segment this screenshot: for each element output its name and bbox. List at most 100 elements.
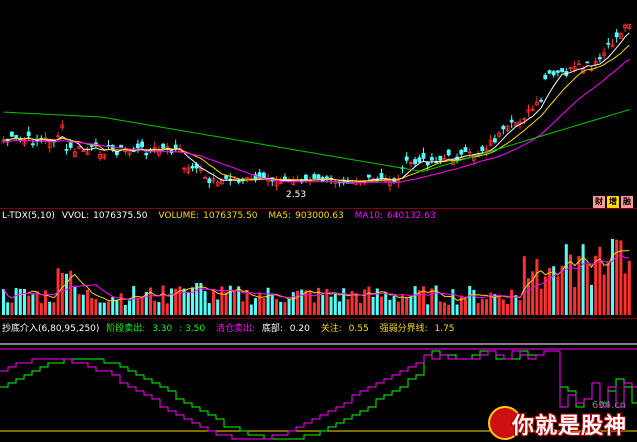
candle-body — [207, 178, 212, 183]
volume-bar — [585, 263, 589, 315]
candle-body — [547, 70, 552, 74]
volume-bars-chart[interactable] — [0, 209, 637, 319]
candle-body — [492, 138, 497, 143]
stage-sell: 阶段卖出: 3.30 : 3.50 — [106, 324, 206, 334]
volume-bar — [6, 302, 10, 315]
volume-bar — [90, 297, 94, 315]
volume-bar — [615, 239, 619, 315]
volume-bar — [333, 293, 337, 315]
volume-bar — [2, 289, 5, 315]
ma10-label: MA10: 640132.63 — [355, 211, 440, 221]
ma10-value: 640132.63 — [387, 211, 436, 221]
candle-body — [81, 150, 86, 153]
volume-bar — [123, 304, 127, 315]
volume-bar — [203, 291, 207, 315]
candle-body — [606, 42, 611, 45]
price-kline-panel[interactable]: 2.53 财 增 融 — [0, 0, 637, 208]
volume-panel[interactable]: L-TDX(5,10) VVOL: 1076375.50 VOLUME: 10763… — [0, 208, 637, 319]
volume-bar — [161, 285, 165, 315]
volume-bar — [245, 289, 249, 315]
volume-bar — [128, 300, 131, 315]
volume-bar — [510, 289, 514, 315]
volume-bar — [94, 299, 98, 315]
increase-button[interactable]: 增 — [607, 196, 619, 208]
volume-bar — [86, 289, 89, 315]
volume-bar — [560, 266, 564, 315]
candle-body — [135, 143, 140, 149]
candle-body — [312, 174, 317, 179]
candle-body — [119, 144, 123, 148]
candle-body — [144, 152, 149, 156]
volume-bar — [552, 266, 556, 315]
volume-bar — [165, 303, 169, 315]
volume-bar — [27, 295, 31, 315]
watch: 关注: 0.55 — [321, 324, 373, 334]
volume-bar — [212, 290, 215, 315]
boundary: 强弱分界线: 1.75 — [380, 324, 459, 334]
volume-bar — [409, 295, 413, 315]
volume-bar — [39, 303, 43, 315]
volume-bar — [417, 290, 421, 315]
candle-body — [429, 157, 434, 161]
volume-bar — [266, 287, 270, 315]
volume-bar — [438, 301, 442, 315]
volume-bar — [321, 294, 325, 315]
volume-bar — [443, 302, 446, 315]
candle-body — [425, 162, 430, 166]
stage-sell-value2: 3.50 — [185, 324, 206, 334]
indicator-title[interactable]: 抄底介入(6,80,95,250) — [2, 324, 99, 334]
volume-bar — [111, 297, 115, 315]
volume-bar — [367, 286, 371, 315]
volume-bar — [207, 303, 211, 315]
volume-bar — [447, 304, 451, 315]
candle-body — [282, 176, 287, 180]
volume-bar — [170, 288, 173, 315]
volume-indicator-name[interactable]: L-TDX(5,10) — [2, 211, 55, 221]
candle-body — [366, 174, 371, 178]
period-buttons: 财 增 融 — [593, 196, 633, 208]
volume-bar — [392, 296, 396, 315]
vvol-value: 1076375.50 — [93, 211, 148, 221]
volume-bar — [506, 304, 509, 315]
volume-bar — [249, 304, 253, 315]
watermark-text: 你就是股神 — [512, 414, 628, 439]
watch-label: 关注: — [320, 324, 342, 334]
volume-bar — [102, 302, 106, 315]
volume-bar — [65, 273, 68, 315]
clear-sell-label: 清仓卖出: — [215, 324, 255, 334]
candle-body — [421, 153, 426, 159]
candle-body — [379, 173, 384, 179]
candle-body — [26, 131, 31, 137]
volume-info-line: L-TDX(5,10) VVOL: 1076375.50 VOLUME: 10763… — [2, 211, 444, 221]
volume-bar — [283, 302, 287, 315]
candle-body — [316, 174, 321, 179]
volume-bar — [464, 299, 467, 315]
margin-button[interactable]: 融 — [621, 196, 633, 208]
volume-bar — [371, 296, 375, 315]
volume-bar — [359, 303, 362, 315]
volume-bar — [115, 299, 119, 315]
volume-bar — [455, 304, 459, 315]
volume-bar — [548, 267, 551, 315]
finance-button[interactable]: 财 — [593, 196, 605, 208]
volume-bar — [14, 288, 18, 315]
watch-value: 0.55 — [348, 324, 369, 334]
candle-body — [115, 151, 119, 155]
volume-bar — [413, 286, 417, 315]
volume-bar — [300, 289, 304, 315]
volume-bar — [434, 285, 438, 315]
volume-bar — [270, 293, 274, 315]
kline-chart[interactable] — [0, 0, 637, 208]
volume-bar — [296, 290, 299, 315]
volume-bar — [287, 299, 291, 315]
volume-bar — [535, 259, 539, 315]
volume-bar — [627, 260, 631, 315]
volume-bar — [136, 297, 140, 315]
volume-bar — [132, 286, 136, 315]
candle-body — [89, 145, 94, 148]
watermark-site: 694.cn — [592, 400, 627, 411]
volume-label-text: VOLUME: — [158, 211, 200, 221]
volume-bar — [312, 302, 316, 315]
volume-bar — [81, 294, 85, 315]
volume-value: 1076375.50 — [203, 211, 258, 221]
